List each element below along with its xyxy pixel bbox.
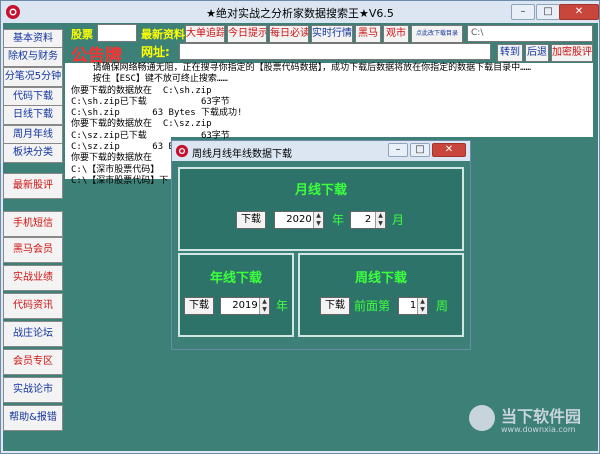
- month-year-stepper[interactable]: 2020 ▲ ▼: [274, 211, 324, 229]
- watermark-logo-icon: [469, 405, 495, 431]
- download-path-input[interactable]: C:\: [467, 25, 593, 42]
- main-window: ★绝对实战之分析家数据搜索王★V6.5 – □ ✕ 基本资料 除权与财务 分笔况5分…: [0, 0, 600, 454]
- sidebar-item-exright-finance[interactable]: 除权与财务: [3, 47, 63, 67]
- minimize-button[interactable]: –: [511, 4, 535, 20]
- month-download-button[interactable]: 下载: [236, 211, 266, 229]
- year-stepper[interactable]: 2019 ▲ ▼: [220, 297, 270, 315]
- dialog-minimize-button[interactable]: –: [388, 143, 408, 157]
- week-download-panel: 周线下载 下载 前面第 1 ▲ ▼ 周: [298, 253, 464, 337]
- week-unit: 周: [436, 299, 449, 313]
- change-download-dir-button[interactable]: 点此改下载目录: [411, 25, 463, 43]
- market-view-button[interactable]: 观市: [383, 25, 409, 43]
- realtime-quotes-button[interactable]: 实时行情: [311, 25, 353, 43]
- window-title: ★绝对实战之分析家数据搜索王★V6.5: [206, 7, 394, 20]
- log-line: 按住【ESC】键不放可终止搜索……: [71, 74, 228, 85]
- sidebar-item-code-news[interactable]: 代码资讯: [3, 293, 63, 319]
- sidebar-item-tick-5min[interactable]: 分笔况5分钟: [3, 67, 63, 87]
- goto-button[interactable]: 转到: [497, 44, 523, 62]
- sidebar-item-sector-classify[interactable]: 板块分类: [3, 143, 63, 163]
- maximize-button[interactable]: □: [536, 4, 560, 20]
- sidebar-item-latest-review[interactable]: 最新股评: [3, 173, 63, 199]
- dialog-title-bar: 周线月线年线数据下载 – □ ✕: [172, 141, 470, 161]
- week-prefix-label: 前面第: [354, 299, 391, 313]
- log-line: 你要下载的数据放在 C:\sz.zip: [71, 119, 212, 130]
- url-label: 网址:: [141, 45, 170, 59]
- sidebar-item-help-report[interactable]: 帮助&报错: [3, 405, 63, 431]
- back-button[interactable]: 后退: [525, 44, 549, 62]
- weekly-monthly-yearly-download-dialog: 周线月线年线数据下载 – □ ✕ 月线下载 下载 2020 ▲ ▼ 年 2 ▲ ▼ …: [171, 140, 471, 350]
- sidebar-item-code-download[interactable]: 代码下载: [3, 87, 63, 107]
- dialog-maximize-button[interactable]: □: [410, 143, 430, 157]
- log-line: 请确保网络畅通无阻，正在搜寻你指定的【股票代码数据】，成功下载后数据将放在你指定…: [71, 63, 532, 73]
- daily-read-button[interactable]: 每日必读: [269, 25, 309, 43]
- close-button[interactable]: ✕: [559, 4, 599, 20]
- app-logo-icon: [175, 144, 189, 158]
- spin-arrows-icon[interactable]: ▲ ▼: [313, 212, 323, 228]
- month-stepper[interactable]: 2 ▲ ▼: [350, 211, 386, 229]
- log-line: C:\sh.zip已下载 63字节: [71, 96, 230, 107]
- month-download-panel: 月线下载 下载 2020 ▲ ▼ 年 2 ▲ ▼ 月: [178, 167, 464, 251]
- watermark-url: www.downxia.com: [501, 425, 576, 434]
- sidebar-item-dark-horse-member[interactable]: 黑马会员: [3, 237, 63, 263]
- sidebar-item-performance[interactable]: 实战业绩: [3, 265, 63, 291]
- watermark-text: 当下软件园: [501, 407, 582, 426]
- sidebar-item-sms[interactable]: 手机短信: [3, 211, 63, 237]
- log-line: 你要下载的数据放在 C:\sh.zip: [71, 85, 212, 96]
- week-value: 1: [409, 300, 417, 311]
- title-bar: ★绝对实战之分析家数据搜索王★V6.5 – □ ✕: [1, 1, 599, 23]
- week-panel-title: 周线下载: [354, 271, 407, 286]
- dark-horse-button[interactable]: 黑马: [355, 25, 381, 43]
- stock-label: 股票: [71, 28, 93, 41]
- sidebar-item-member-zone[interactable]: 会员专区: [3, 349, 63, 375]
- year-value: 2019: [232, 300, 258, 311]
- month-panel-title: 月线下载: [294, 183, 347, 198]
- dialog-close-button[interactable]: ✕: [432, 143, 466, 157]
- url-input[interactable]: [179, 43, 491, 60]
- sidebar-item-basic-info[interactable]: 基本资料: [3, 29, 63, 49]
- year-unit: 年: [332, 213, 345, 227]
- year-download-panel: 年线下载 下载 2019 ▲ ▼ 年: [178, 253, 294, 337]
- spin-arrows-icon[interactable]: ▲ ▼: [417, 298, 427, 314]
- sidebar-item-forum[interactable]: 战庄论坛: [3, 321, 63, 347]
- month-year-value: 2020: [286, 214, 312, 225]
- spin-arrows-icon[interactable]: ▲ ▼: [375, 212, 385, 228]
- latest-info-label: 最新资料: [141, 28, 185, 41]
- stock-code-input[interactable]: [97, 24, 137, 42]
- big-order-track-button[interactable]: 大单追踪: [185, 25, 225, 43]
- year-panel-unit: 年: [276, 299, 289, 313]
- log-line: C:\sh.zip 63 Bytes 下载成功!: [71, 108, 243, 119]
- sidebar-item-weekly-monthly-yearly[interactable]: 周月年线: [3, 125, 63, 145]
- week-download-button[interactable]: 下载: [320, 297, 350, 315]
- week-stepper[interactable]: 1 ▲ ▼: [398, 297, 428, 315]
- month-unit: 月: [392, 213, 405, 227]
- year-download-button[interactable]: 下载: [184, 297, 214, 315]
- sidebar-item-market-talk[interactable]: 实战论市: [3, 377, 63, 403]
- today-tips-button[interactable]: 今日提示: [227, 25, 267, 43]
- encrypted-review-button[interactable]: 加密股评: [551, 44, 593, 62]
- dialog-title: 周线月线年线数据下载: [192, 149, 292, 160]
- month-value: 2: [364, 214, 372, 225]
- year-panel-title: 年线下载: [209, 271, 262, 286]
- spin-arrows-icon[interactable]: ▲ ▼: [259, 298, 269, 314]
- sidebar-item-daily-download[interactable]: 日线下载: [3, 105, 63, 125]
